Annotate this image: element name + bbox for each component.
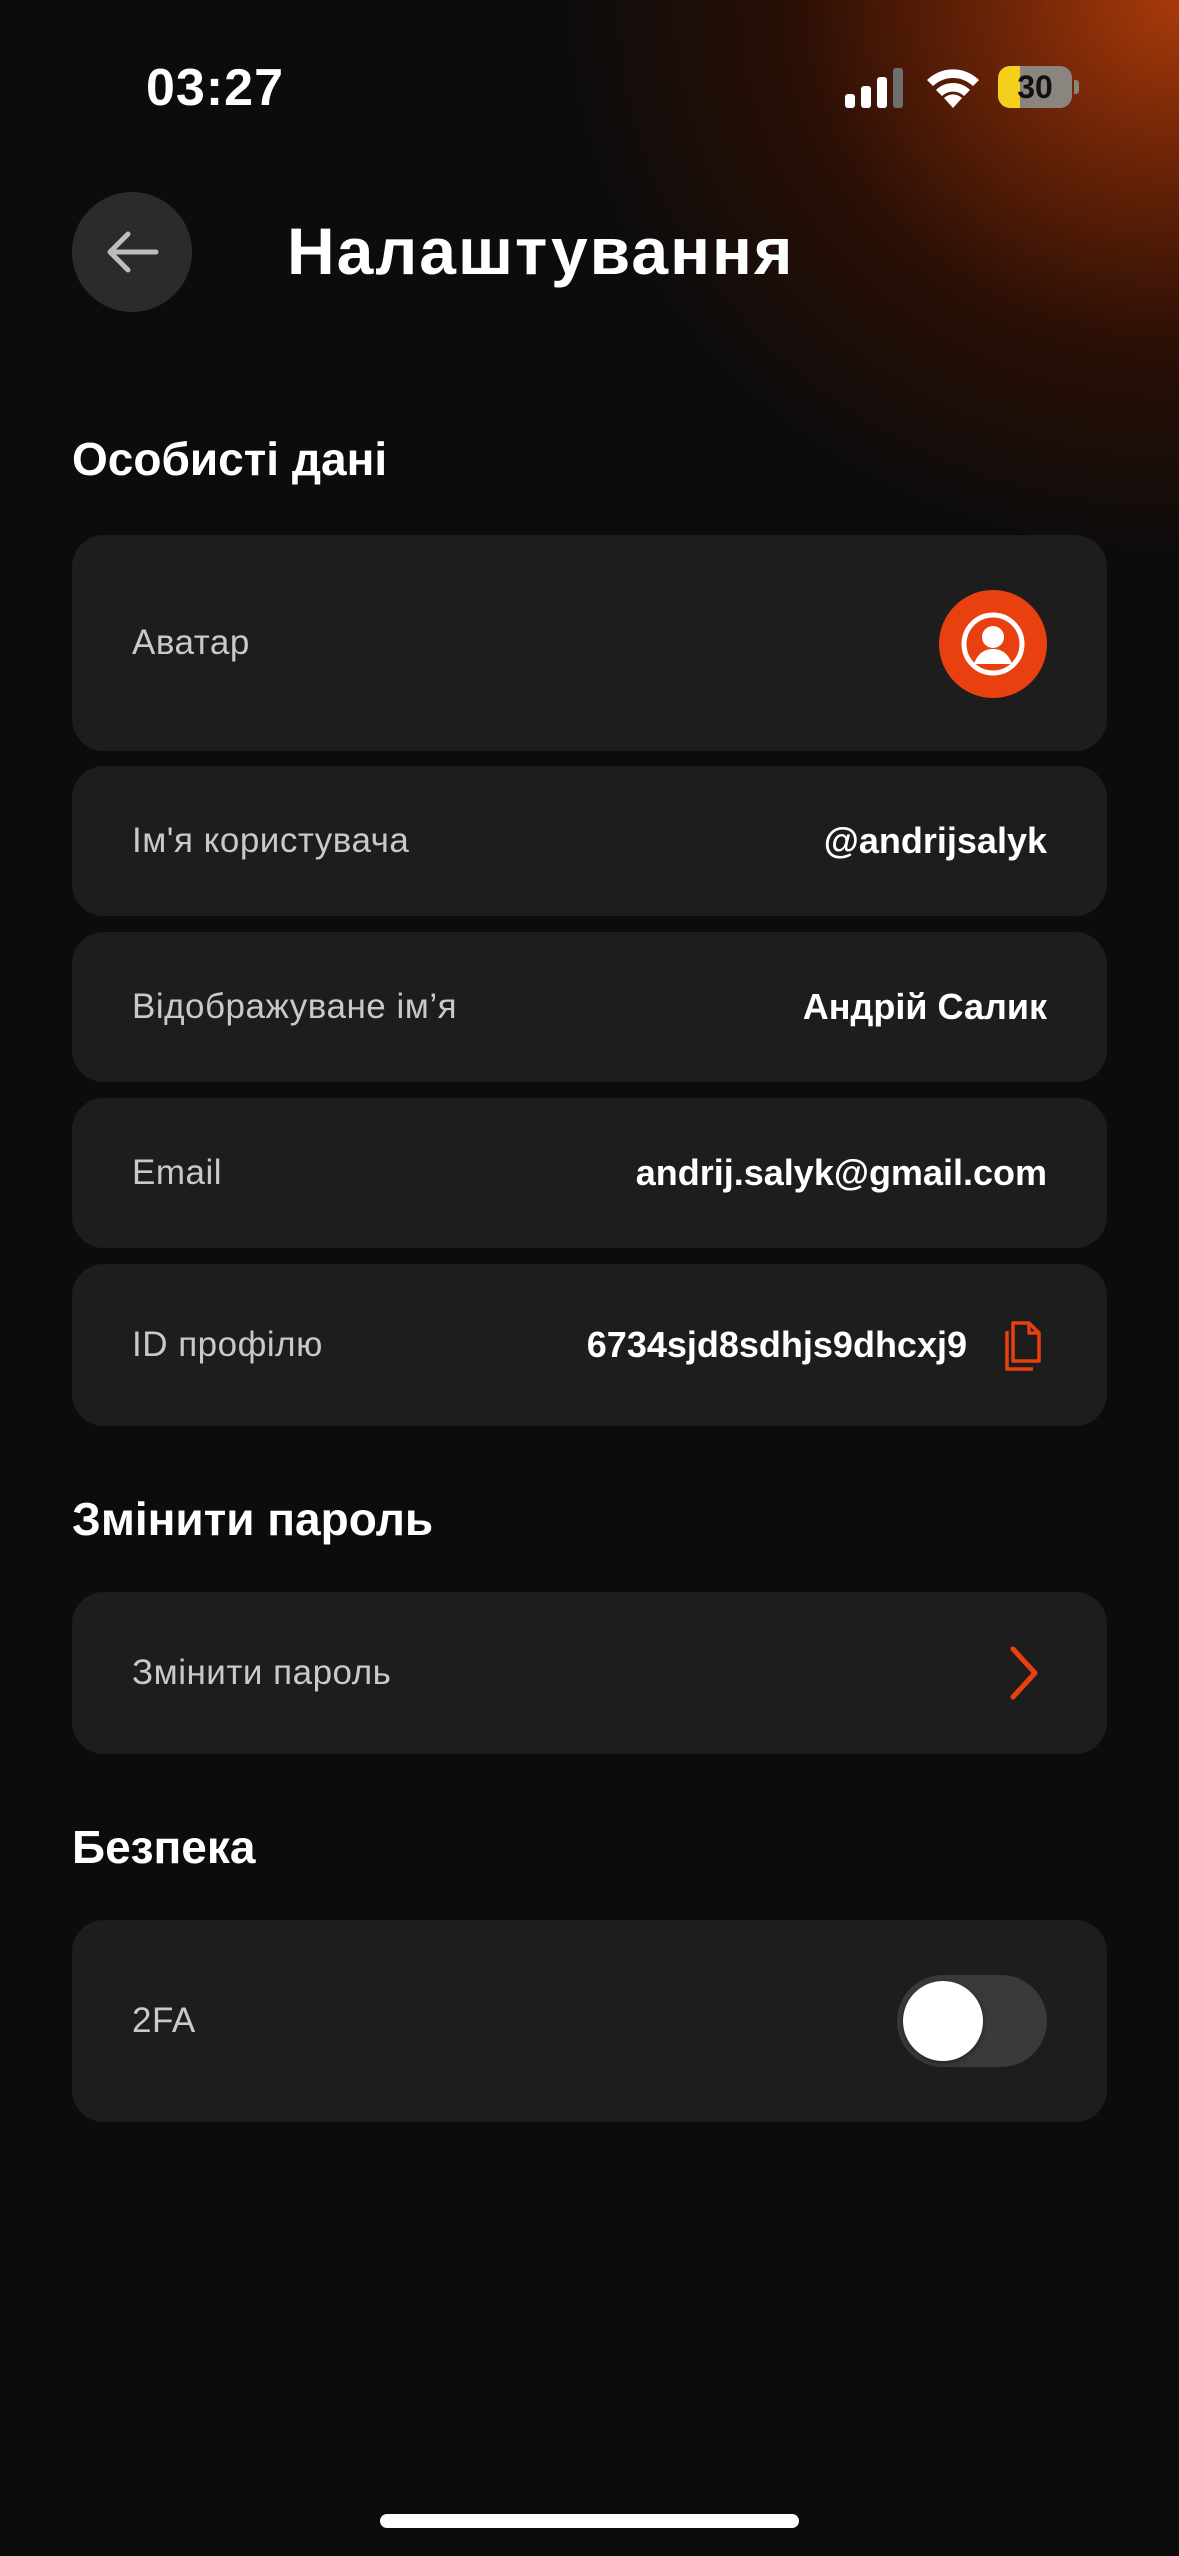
cellular-signal-icon bbox=[845, 68, 903, 108]
email-label: Email bbox=[132, 1153, 223, 1192]
display-name-label: Відображуване ім’я bbox=[132, 987, 458, 1026]
twofa-toggle[interactable] bbox=[897, 1975, 1047, 2067]
copy-icon[interactable] bbox=[999, 1317, 1047, 1373]
status-time: 03:27 bbox=[146, 59, 284, 117]
email-value: andrij.salyk@gmail.com bbox=[635, 1152, 1047, 1193]
section-title-personal: Особисті дані bbox=[72, 433, 388, 485]
twofa-label: 2FA bbox=[132, 2001, 196, 2040]
battery-indicator: 30 bbox=[998, 66, 1079, 108]
profile-id-label: ID профілю bbox=[132, 1325, 323, 1364]
chevron-right-icon bbox=[1010, 1646, 1038, 1700]
wifi-icon bbox=[927, 69, 979, 108]
username-label: Ім'я користувача bbox=[132, 821, 410, 860]
page-title: Налаштування bbox=[287, 214, 795, 288]
avatar-row[interactable]: Аватар bbox=[72, 535, 1107, 751]
section-title-security: Безпека bbox=[72, 1821, 256, 1873]
username-row[interactable]: Ім'я користувача @andrijsalyk bbox=[72, 766, 1107, 916]
arrow-left-icon bbox=[107, 231, 159, 273]
display-name-row[interactable]: Відображуване ім’я Андрій Салик bbox=[72, 932, 1107, 1082]
status-bar: 03:27 30 bbox=[0, 0, 1179, 150]
toggle-knob bbox=[903, 1981, 983, 2061]
profile-id-row: ID профілю 6734sjd8sdhjs9dhcxj9 bbox=[72, 1264, 1107, 1426]
avatar[interactable] bbox=[939, 590, 1047, 698]
avatar-label: Аватар bbox=[132, 623, 250, 662]
home-indicator bbox=[380, 2514, 799, 2528]
twofa-row: 2FA bbox=[72, 1920, 1107, 2122]
back-button[interactable] bbox=[72, 192, 192, 312]
battery-level: 30 bbox=[1017, 68, 1053, 105]
email-row[interactable]: Email andrij.salyk@gmail.com bbox=[72, 1098, 1107, 1248]
username-value: @andrijsalyk bbox=[823, 820, 1047, 861]
section-title-password: Змінити пароль bbox=[72, 1493, 434, 1545]
display-name-value: Андрій Салик bbox=[802, 986, 1047, 1027]
change-password-label: Змінити пароль bbox=[132, 1653, 392, 1692]
profile-id-value: 6734sjd8sdhjs9dhcxj9 bbox=[586, 1324, 967, 1365]
change-password-row[interactable]: Змінити пароль bbox=[72, 1592, 1107, 1754]
user-avatar-icon bbox=[961, 612, 1025, 676]
